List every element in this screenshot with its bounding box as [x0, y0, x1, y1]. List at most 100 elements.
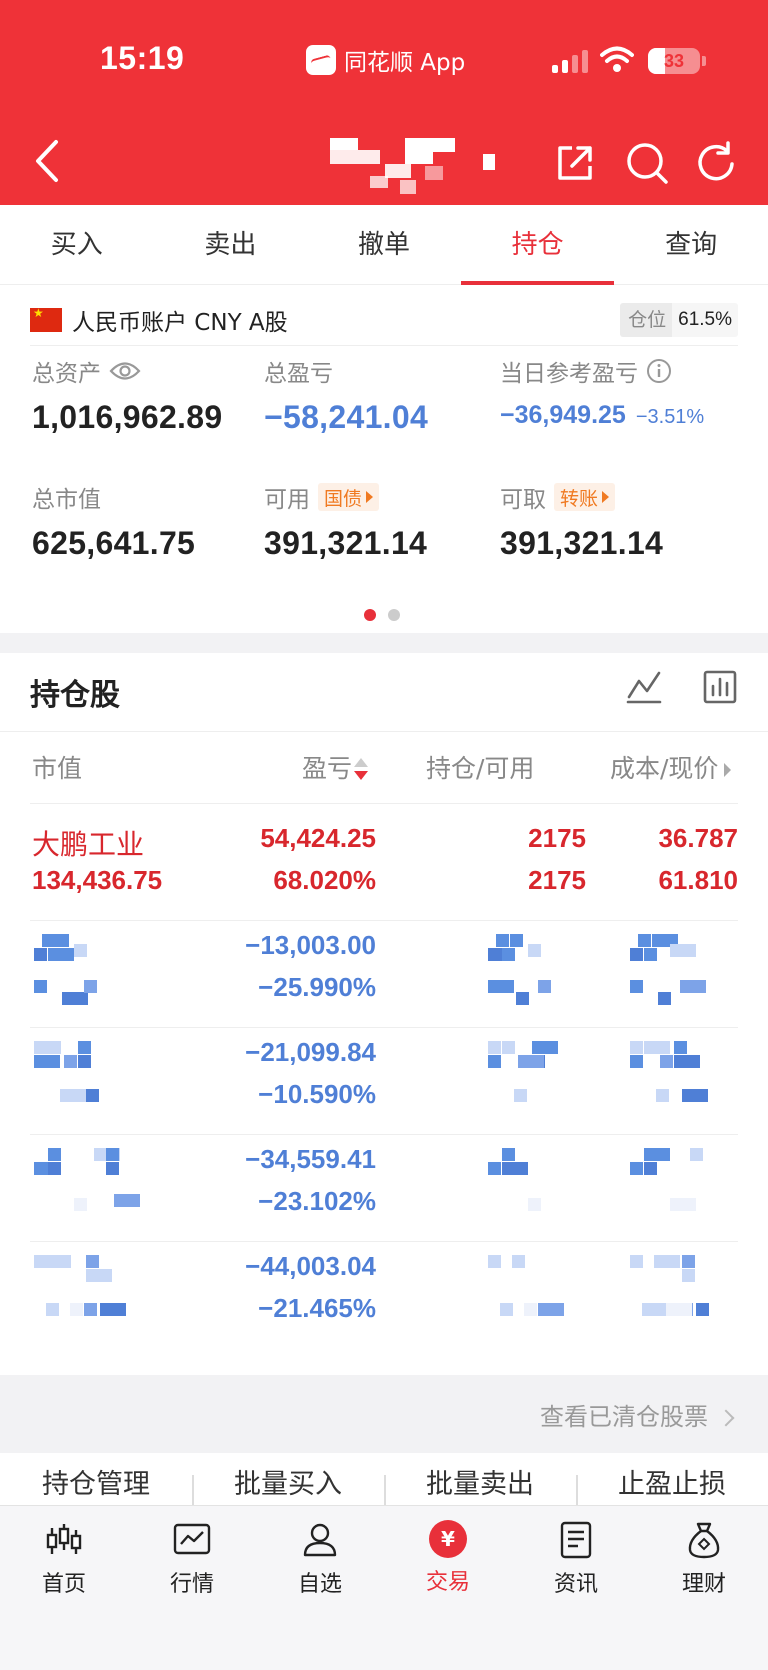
wifi-icon	[600, 46, 634, 72]
status-time: 15:19	[100, 40, 185, 76]
stock-pl: −34,559.41	[245, 1144, 376, 1174]
table-row[interactable]: −34,559.41 −23.102%	[30, 1128, 738, 1242]
batch-sell-button[interactable]: 批量卖出	[384, 1453, 576, 1505]
info-icon[interactable]	[646, 358, 672, 384]
cell-signal-icon	[552, 50, 588, 73]
top-bar: 15:19 同花顺 App 33	[0, 0, 768, 205]
tab-sell[interactable]: 卖出	[154, 205, 308, 284]
total-pl-value: −58,241.04	[264, 399, 429, 435]
share-icon[interactable]	[552, 140, 598, 186]
trade-tabs: 买入 卖出 撤单 持仓 查询	[0, 205, 768, 285]
withdrawable-funds-value: 391,321.14	[500, 525, 664, 561]
yuan-icon: ¥	[429, 1520, 467, 1558]
nav-news[interactable]: 资讯	[512, 1506, 640, 1670]
nav-home[interactable]: 首页	[0, 1506, 128, 1670]
col-header-pl[interactable]: 盈亏	[302, 749, 369, 785]
available-funds-value: 391,321.14	[264, 525, 428, 561]
account-title-obscured	[330, 138, 500, 204]
stock-pl: −21,099.84	[245, 1037, 376, 1067]
stock-price-obscured	[630, 934, 710, 1005]
back-icon[interactable]	[28, 136, 68, 186]
manage-holdings-button[interactable]: 持仓管理	[0, 1453, 192, 1505]
money-bag-icon	[688, 1522, 720, 1559]
position-ratio-badge: 仓位 61.5%	[620, 303, 738, 337]
account-selector[interactable]: 人民币账户 CNY A股 仓位 61.5%	[30, 299, 738, 341]
refresh-icon[interactable]	[694, 140, 740, 186]
page-indicator[interactable]	[364, 609, 400, 621]
treasury-bond-button[interactable]: 国债	[318, 483, 380, 511]
holding-actions: 持仓管理 批量买入 批量卖出 止盈止损	[0, 1453, 768, 1505]
stock-position-obscured	[488, 934, 551, 1005]
search-icon[interactable]	[624, 140, 670, 186]
eye-icon[interactable]	[109, 360, 141, 382]
batch-buy-button[interactable]: 批量买入	[192, 1453, 384, 1505]
chevron-right-icon	[724, 763, 732, 777]
stock-pl: −13,003.00	[245, 930, 376, 960]
stock-price: 61.810	[658, 865, 738, 895]
col-header-market-value: 市值	[32, 754, 83, 783]
stock-price-obscured	[630, 1148, 710, 1218]
chevron-right-icon	[717, 1409, 735, 1427]
stock-pl-percent: 68.020%	[273, 865, 376, 895]
status-app-indicator[interactable]: 同花顺 App	[306, 43, 465, 77]
account-label: 人民币账户 CNY A股	[72, 310, 288, 336]
table-row[interactable]: −21,099.84 −10.590%	[30, 1021, 738, 1135]
stock-position-obscured	[488, 1148, 548, 1218]
china-flag-icon	[30, 306, 62, 332]
market-value-amount: 625,641.75	[32, 525, 196, 561]
bar-chart-icon[interactable]	[702, 669, 738, 705]
transfer-button[interactable]: 转账	[554, 483, 616, 511]
nav-wealth[interactable]: 理财	[640, 1506, 768, 1670]
triangle-right-icon	[366, 491, 374, 503]
stock-price-obscured	[630, 1041, 710, 1111]
cleared-stocks-link[interactable]: 查看已清仓股票	[540, 1397, 735, 1432]
stock-market-value: 134,436.75	[32, 865, 163, 895]
holdings-section: 持仓股 市值 盈亏 持仓/可用 成本/现价 大鹏工业 134,436.75 54,4…	[0, 653, 768, 1375]
triangle-right-icon	[602, 491, 610, 503]
stock-cost: 36.787	[658, 823, 738, 853]
cleared-stocks-bar: 查看已清仓股票	[0, 1375, 768, 1453]
col-header-position: 持仓/可用	[426, 754, 535, 783]
table-row[interactable]: −44,003.04 −21.465%	[30, 1235, 738, 1349]
page-dot-active	[364, 609, 376, 621]
stock-available: 2175	[528, 865, 586, 895]
stock-name-obscured	[34, 1255, 138, 1325]
sort-icon	[354, 758, 369, 782]
battery-icon: 33	[648, 48, 700, 74]
col-header-cost-price[interactable]: 成本/现价	[610, 749, 732, 785]
table-row[interactable]: 大鹏工业 134,436.75 54,424.25 68.020% 2175 2175 36…	[30, 807, 738, 921]
stock-pl: 54,424.25	[260, 823, 376, 853]
stock-pl: −44,003.04	[245, 1251, 376, 1281]
stock-pl-percent: −21.465%	[258, 1293, 376, 1323]
stock-pl-percent: −25.990%	[258, 972, 376, 1002]
stock-pl-percent: −10.590%	[258, 1079, 376, 1109]
tab-query[interactable]: 查询	[614, 205, 768, 284]
stock-position-obscured	[488, 1255, 564, 1325]
daily-pl-value: −36,949.25	[500, 401, 626, 429]
available-funds: 可用 国债 391,321.14	[264, 481, 427, 562]
document-icon	[560, 1521, 592, 1559]
take-profit-stop-loss-button[interactable]: 止盈止损	[576, 1453, 768, 1505]
chart-line-icon	[173, 1523, 211, 1555]
stock-pl-percent: −23.102%	[258, 1186, 376, 1216]
daily-pl-percent: −3.51%	[635, 406, 705, 428]
stock-name-obscured	[34, 934, 138, 1005]
account-summary: 人民币账户 CNY A股 仓位 61.5% 总资产 1,016,962.89 总…	[0, 285, 768, 633]
nav-trade[interactable]: ¥ 交易	[384, 1506, 512, 1670]
nav-watchlist[interactable]: 自选	[256, 1506, 384, 1670]
market-value: 总市值 625,641.75	[32, 487, 196, 561]
nav-market[interactable]: 行情	[128, 1506, 256, 1670]
total-assets: 总资产 1,016,962.89	[32, 360, 223, 435]
status-app-name: 同花顺 App	[344, 50, 466, 76]
page-dot	[388, 609, 400, 621]
tab-holdings[interactable]: 持仓	[460, 205, 615, 285]
line-chart-icon[interactable]	[626, 669, 662, 705]
tab-cancel-order[interactable]: 撤单	[307, 205, 461, 284]
tab-buy[interactable]: 买入	[0, 205, 154, 284]
battery-level: 33	[663, 51, 685, 71]
stock-position: 2175	[528, 823, 586, 853]
stock-name-obscured	[34, 1041, 138, 1111]
bottom-nav: 首页 行情 自选 ¥ 交易 资讯 理财	[0, 1505, 768, 1670]
person-icon	[303, 1523, 337, 1557]
table-row[interactable]: −13,003.00 −25.990%	[30, 914, 738, 1028]
